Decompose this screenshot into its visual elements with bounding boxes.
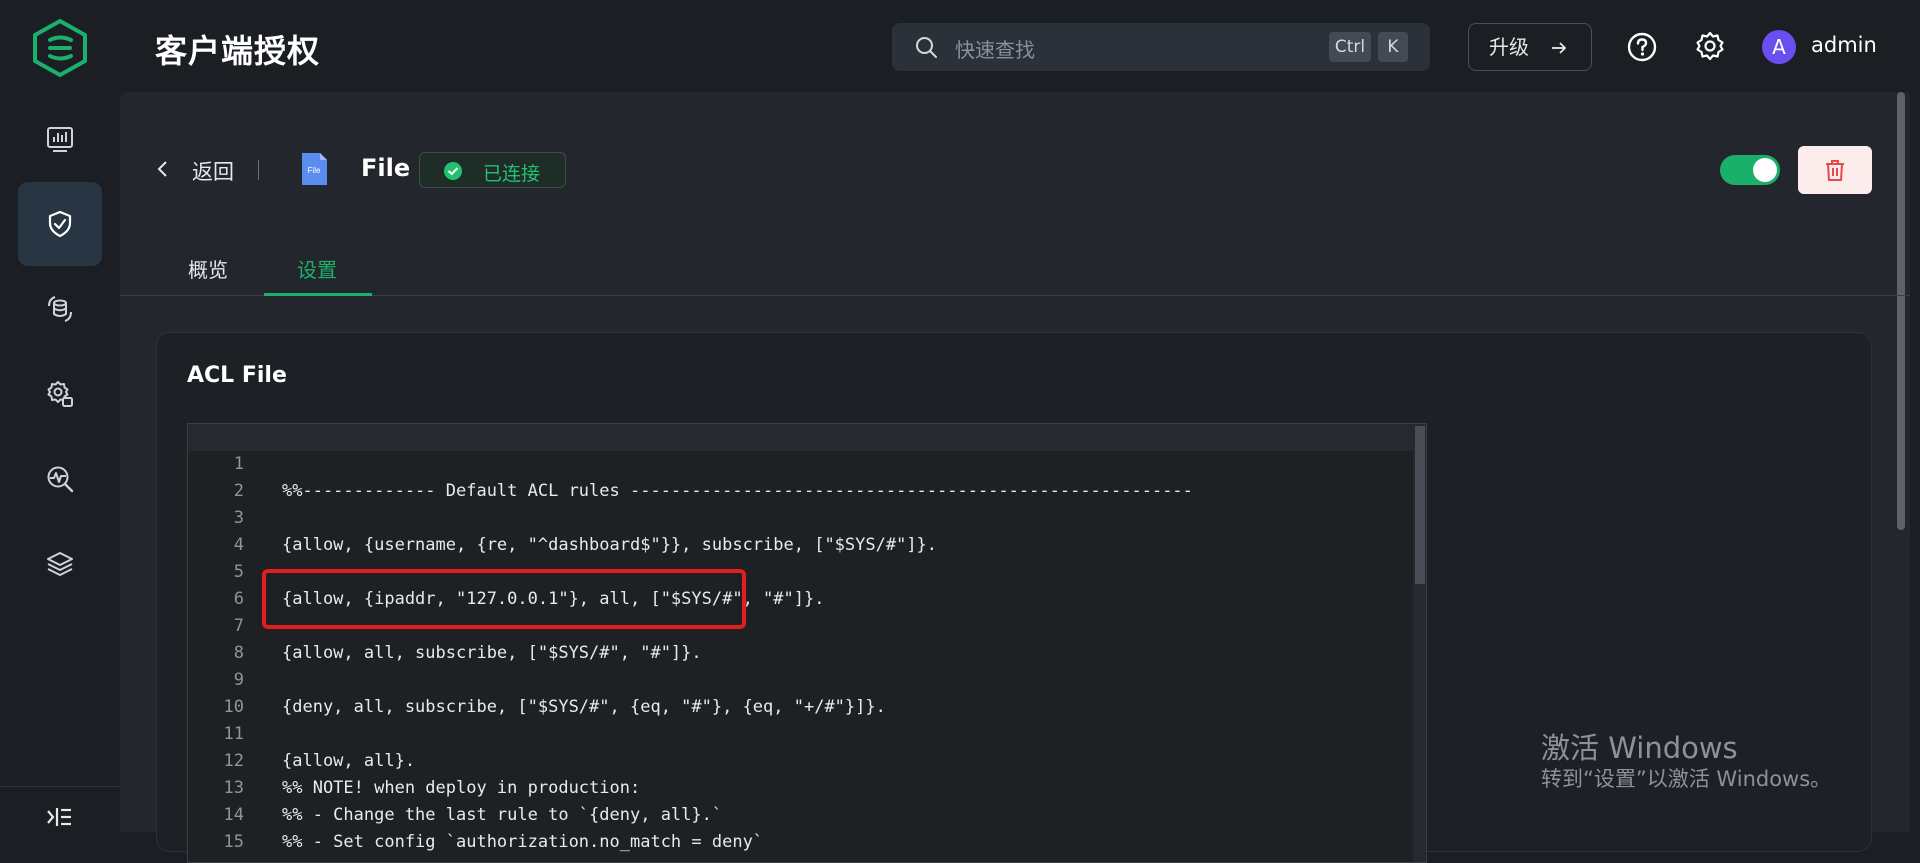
- sidebar-item-integration[interactable]: [18, 267, 102, 351]
- username[interactable]: admin: [1811, 33, 1877, 57]
- search-icon: [916, 37, 937, 58]
- settings-gear-icon[interactable]: [1694, 30, 1726, 62]
- quick-search[interactable]: 快速查找 Ctrl K: [892, 23, 1430, 71]
- acl-code-editor[interactable]: 1 %%------------- Default ACL rules ----…: [187, 423, 1427, 863]
- sidebar-item-management[interactable]: [18, 352, 102, 436]
- code-line[interactable]: 5 {allow, {ipaddr, "127.0.0.1"}, all, ["…: [188, 532, 1413, 609]
- upgrade-label: 升级: [1489, 35, 1529, 59]
- layers-icon: [47, 552, 73, 576]
- code-line[interactable]: 11 {allow, all}.: [188, 694, 1413, 771]
- emqx-logo-icon[interactable]: [31, 18, 89, 78]
- data-integration-icon: [48, 296, 72, 322]
- file-icon: File: [302, 153, 327, 185]
- shortcut-k-key: K: [1378, 32, 1408, 62]
- line-number: 15: [223, 832, 244, 852]
- code-line[interactable]: 13 %% - Change the last rule to `{deny, …: [188, 748, 1413, 825]
- file-icon-text: File: [308, 166, 321, 175]
- page-title: 客户端授权: [155, 32, 321, 70]
- code-line[interactable]: 12 %% NOTE! when deploy in production:: [188, 721, 1413, 798]
- trash-icon: [1826, 160, 1844, 181]
- header-separator: [258, 160, 259, 180]
- upgrade-button[interactable]: 升级: [1468, 23, 1592, 71]
- authz-source-name: File: [361, 154, 411, 182]
- watermark-title: 激活 Windows: [1541, 731, 1738, 765]
- page-scrollbar-thumb[interactable]: [1897, 92, 1905, 530]
- search-placeholder: 快速查找: [955, 38, 1035, 62]
- back-label: 返回: [192, 160, 234, 184]
- sidebar: [0, 92, 120, 840]
- tab-overview[interactable]: 概览: [188, 254, 228, 283]
- sidebar-item-monitoring[interactable]: [18, 437, 102, 521]
- code-line[interactable]: 1 %%------------- Default ACL rules ----…: [188, 424, 1413, 501]
- watermark-subtitle: 转到“设置”以激活 Windows。: [1541, 767, 1832, 791]
- enable-toggle[interactable]: [1720, 155, 1780, 185]
- code-text: %% - Set config `authorization.no_match …: [282, 832, 764, 852]
- delete-button[interactable]: [1798, 146, 1872, 194]
- dashboard-icon: [47, 127, 73, 152]
- collapse-sidebar-icon[interactable]: [44, 802, 74, 832]
- top-bar: 客户端授权 快速查找 Ctrl K 升级 A admin: [0, 0, 1920, 92]
- sidebar-item-extensions[interactable]: [18, 522, 102, 606]
- status-badge: 已连接: [419, 152, 566, 188]
- tabs-divider: [120, 295, 1910, 296]
- code-line[interactable]: 3 {allow, {username, {re, "^dashboard$"}…: [188, 478, 1413, 555]
- check-circle-icon: [444, 162, 462, 180]
- code-line[interactable]: 2: [188, 451, 1413, 501]
- main-content: 返回 File File 已连接 概览 设置 ACL File 1 %%----…: [120, 92, 1910, 863]
- code-line[interactable]: 4: [188, 505, 1413, 555]
- code-line[interactable]: 10: [188, 667, 1413, 717]
- highlight-annotation-box: [262, 569, 746, 629]
- code-line[interactable]: 15: [188, 802, 1413, 852]
- monitoring-icon: [47, 466, 74, 493]
- arrow-right-icon: [1552, 42, 1567, 54]
- editor-scrollbar-thumb[interactable]: [1415, 426, 1425, 584]
- active-tab-indicator: [264, 293, 372, 296]
- status-text: 已连接: [483, 163, 541, 185]
- sidebar-divider: [0, 786, 120, 787]
- shield-check-icon: [48, 210, 72, 238]
- sidebar-item-dashboard[interactable]: [18, 97, 102, 181]
- shortcut-ctrl-key: Ctrl: [1329, 32, 1371, 62]
- avatar[interactable]: A: [1762, 30, 1796, 64]
- code-line[interactable]: 14 %% - Set config `authorization.no_mat…: [188, 775, 1413, 852]
- toggle-knob: [1753, 158, 1777, 182]
- code-line[interactable]: 9 {deny, all, subscribe, ["$SYS/#", {eq,…: [188, 640, 1413, 717]
- management-gear-icon: [47, 381, 73, 407]
- help-icon[interactable]: [1626, 31, 1658, 63]
- chevron-left-icon: [157, 161, 167, 177]
- sidebar-item-access-control[interactable]: [18, 182, 102, 266]
- tab-settings[interactable]: 设置: [297, 254, 337, 283]
- card-title: ACL File: [187, 363, 287, 388]
